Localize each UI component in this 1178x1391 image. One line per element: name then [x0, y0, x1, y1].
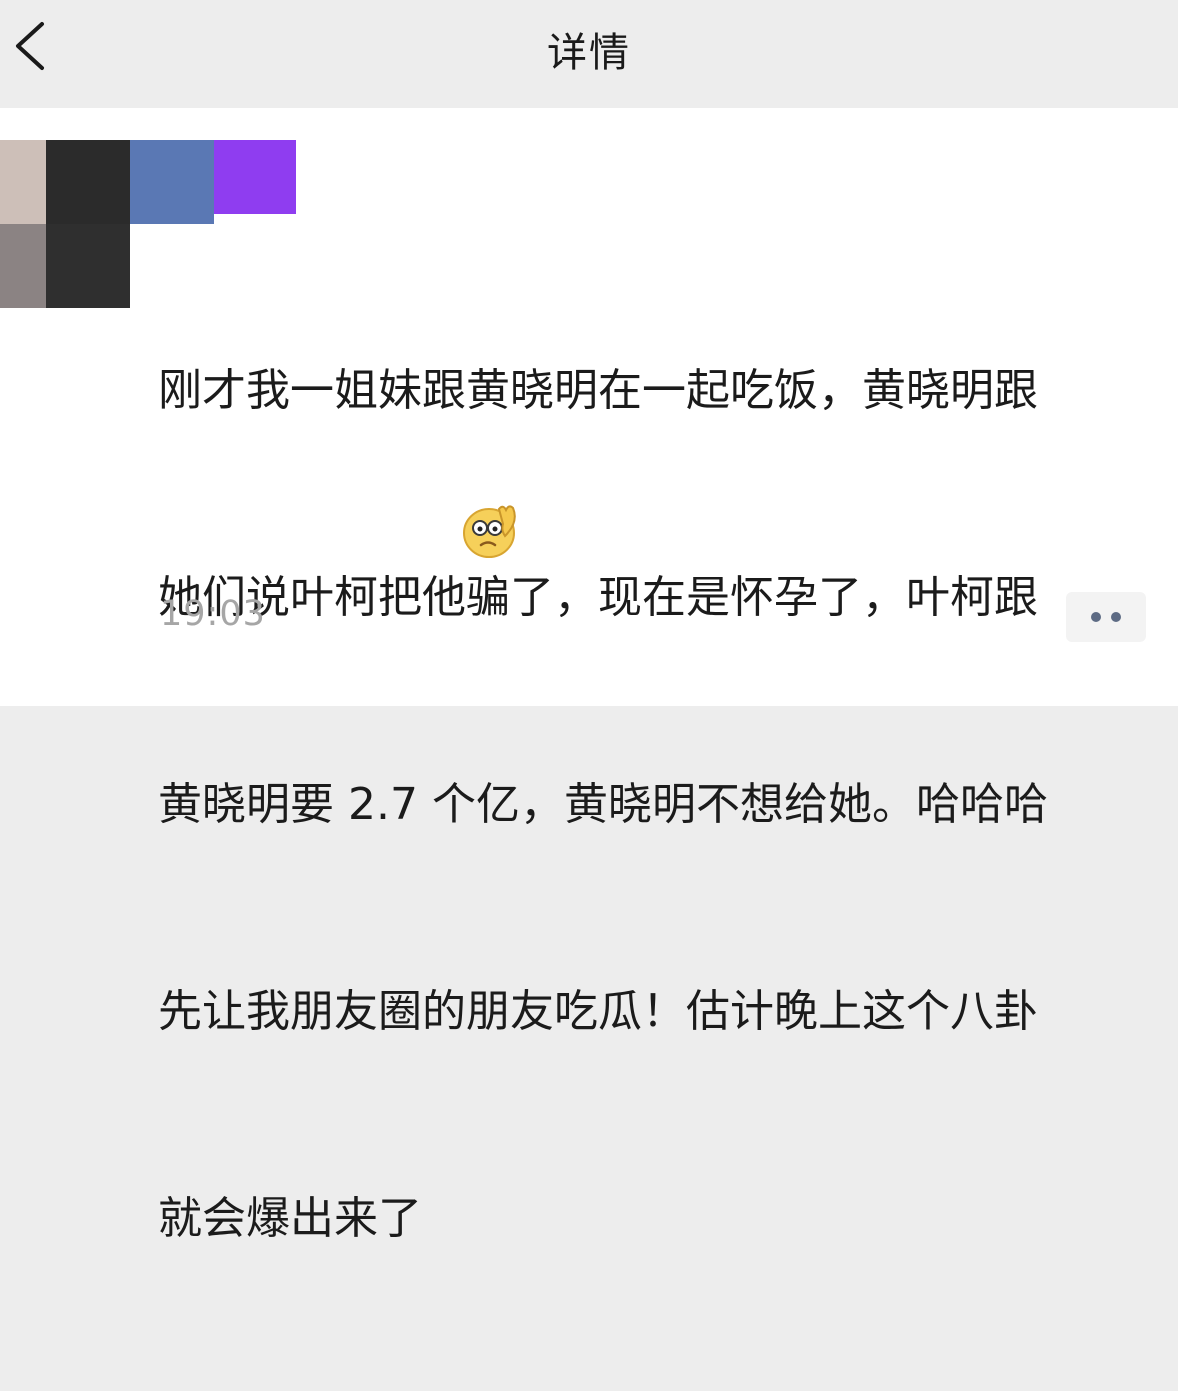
avatar-tile: [46, 140, 130, 224]
post-text-line: 黄晓明要 2.7 个亿，黄晓明不想给她。哈哈哈: [158, 779, 1048, 830]
post-timestamp: 19:03: [160, 594, 266, 634]
avatar-tile: [130, 140, 214, 224]
post-text-line: 刚才我一姐妹跟黄晓明在一起吃饭，黄晓明跟: [158, 365, 1038, 416]
facepalm-emoji-icon: [463, 505, 516, 558]
page-title: 详情: [547, 30, 631, 76]
post-detail: 刚才我一姐妹跟黄晓明在一起吃饭，黄晓明跟 她们说叶柯把他骗了，现在是怀孕了，叶柯…: [0, 108, 1178, 1244]
more-dots-icon: [1111, 612, 1121, 622]
avatar-tile: [214, 140, 296, 214]
post-text-line: 先让我朋友圈的朋友吃瓜！估计晚上这个八卦: [158, 986, 1038, 1037]
post-text: 刚才我一姐妹跟黄晓明在一起吃饭，黄晓明跟 她们说叶柯把他骗了，现在是怀孕了，叶柯…: [158, 218, 1168, 1391]
more-dots-icon: [1091, 612, 1101, 622]
nav-bar: 详情: [0, 0, 1178, 108]
more-options-button[interactable]: [1066, 592, 1146, 642]
avatar-tile: [46, 224, 130, 308]
post-text-line: 就会爆出来了: [158, 1193, 422, 1244]
avatar-tile: [0, 140, 46, 224]
avatar-tile: [0, 224, 46, 308]
post-text-line: 她们说叶柯把他骗了，现在是怀孕了，叶柯跟: [158, 572, 1038, 623]
